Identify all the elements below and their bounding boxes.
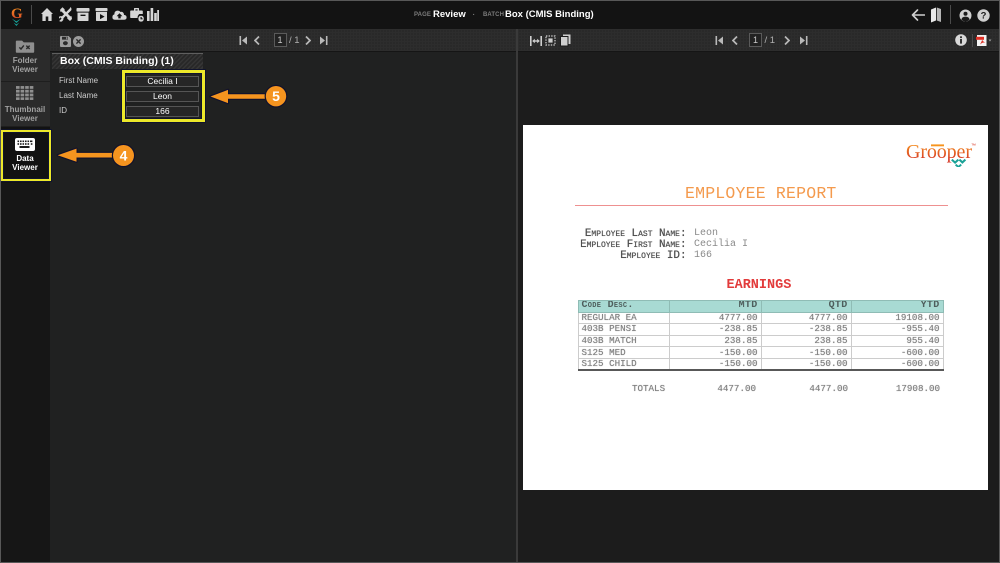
svg-text:4: 4 [120,148,128,164]
svg-text:?: ? [981,11,987,22]
svg-text:5: 5 [272,88,280,104]
svg-text:G: G [11,6,23,22]
svg-text:™: ™ [971,143,976,149]
svg-text:Grooper: Grooper [906,141,972,163]
